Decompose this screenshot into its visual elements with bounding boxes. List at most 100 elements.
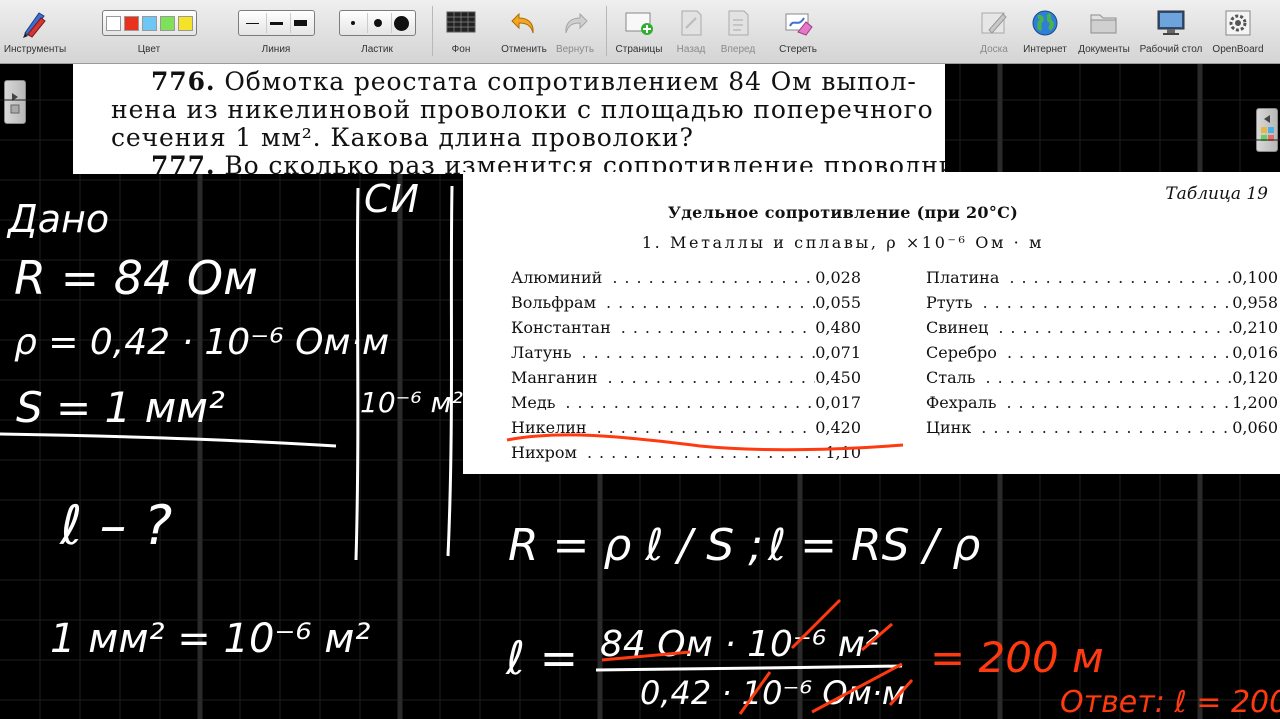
leader-dots: ........................................	[586, 443, 826, 462]
redo-button[interactable]: Вернуть	[552, 4, 598, 62]
resistivity-value: 0,120	[1232, 368, 1278, 387]
problem-777-line-1: 777. Во сколько раз изменится сопротивле…	[73, 151, 945, 175]
resistivity-table-image[interactable]: Таблица 19 Удельное сопротивление (при 2…	[463, 172, 1280, 474]
tools-label: Инструменты	[3, 44, 67, 55]
leader-dots: ........................................	[1006, 393, 1233, 412]
back-button[interactable]: Назад	[672, 4, 710, 62]
redo-label: Вернуть	[555, 44, 595, 55]
erase-board-icon	[785, 13, 813, 36]
resistivity-value: 0,210	[1232, 318, 1278, 337]
color-swatch-green[interactable]	[159, 15, 175, 31]
table-row: Платина.................................…	[926, 268, 1278, 292]
table-row: Вольфрам................................…	[511, 293, 861, 317]
pages-button[interactable]: Страницы	[612, 4, 666, 62]
color-swatch-blue[interactable]	[141, 15, 157, 31]
undo-button[interactable]: Отменить	[498, 4, 550, 62]
line-thick-button[interactable]	[289, 13, 311, 33]
color-swatch-white[interactable]	[105, 15, 121, 31]
leader-dots: ........................................	[607, 368, 816, 387]
undo-label: Отменить	[501, 44, 547, 55]
eraser-label: Ластик	[361, 44, 393, 55]
leader-dots: ........................................	[606, 293, 815, 312]
resistivity-value: 0,100	[1232, 268, 1278, 287]
forward-button[interactable]: Вперед	[716, 4, 760, 62]
leader-dots: ........................................	[1009, 268, 1233, 287]
table-row: Серебро.................................…	[926, 343, 1278, 367]
problem-776-line-3: сечения 1 мм². Какова длина проволоки?	[111, 123, 694, 152]
resistivity-value: 0,480	[815, 318, 861, 337]
documents-button[interactable]: Документы	[1074, 4, 1134, 62]
tools-button[interactable]: Инструменты	[2, 4, 68, 62]
openboard-button[interactable]: OpenBoard	[1208, 4, 1268, 62]
problem-776-number: 776.	[151, 67, 216, 96]
background-button[interactable]: Фон	[442, 4, 480, 62]
settings-gear-icon	[1225, 10, 1251, 36]
desktop-label: Рабочий стол	[1139, 44, 1203, 55]
leader-dots: ........................................	[620, 318, 815, 337]
forward-label: Вперед	[720, 44, 756, 55]
leader-dots: ........................................	[1006, 343, 1233, 362]
color-palette	[101, 10, 197, 36]
table-row: Нихром..................................…	[511, 443, 861, 467]
leader-dots: ........................................	[998, 318, 1233, 337]
toolbar-separator	[606, 6, 607, 56]
problem-777-text-1: Во сколько раз изменится сопротивление п…	[215, 151, 945, 175]
table-row: Медь....................................…	[511, 393, 861, 417]
eraser-large-button[interactable]	[390, 13, 412, 33]
resistivity-value: 1,200	[1232, 393, 1278, 412]
redo-arrow-icon	[565, 12, 588, 34]
metal-name: Вольфрам	[511, 293, 597, 312]
line-medium-button[interactable]	[265, 13, 287, 33]
table-subtitle: 1. Металлы и сплавы, ρ ×10⁻⁶ Ом · м	[641, 233, 1045, 252]
problem-776-line-1: 776. Обмотка реостата сопротивлением 84 …	[73, 68, 945, 96]
metal-name: Константан	[511, 318, 611, 337]
line-thin-button[interactable]	[242, 13, 263, 33]
background-grid-icon	[446, 11, 476, 33]
metal-name: Платина	[926, 268, 1000, 287]
desktop-button[interactable]: Рабочий стол	[1136, 4, 1206, 62]
resistivity-value: 0,017	[815, 393, 861, 412]
board-button[interactable]: Доска	[974, 4, 1014, 62]
background-label: Фон	[451, 44, 471, 55]
metal-name: Цинк	[926, 418, 972, 437]
internet-button[interactable]: Интернет	[1018, 4, 1072, 62]
page-forward-icon	[728, 10, 749, 36]
eraser-size-picker	[338, 10, 416, 36]
leader-dots: ........................................	[981, 418, 1232, 437]
toolbar-separator	[432, 6, 433, 56]
metal-name: Сталь	[926, 368, 976, 387]
erase-all-button[interactable]: Стереть	[772, 4, 824, 62]
resistivity-value: 0,450	[815, 368, 861, 387]
table-row: Манганин................................…	[511, 368, 861, 392]
metal-name: Медь	[511, 393, 556, 412]
eraser-small-button[interactable]	[343, 13, 364, 33]
resistivity-value: 0,071	[815, 343, 861, 362]
table-row: Латунь..................................…	[511, 343, 861, 367]
table-row: Ртуть...................................…	[926, 293, 1278, 317]
toolbar: Инструменты Цвет Линия Ластик Фон Отмени…	[0, 0, 1280, 64]
color-swatch-red[interactable]	[123, 15, 139, 31]
page-back-icon	[681, 10, 702, 36]
add-page-icon	[625, 12, 653, 35]
leader-dots: ........................................	[982, 293, 1233, 312]
resistivity-value: 0,055	[815, 293, 861, 312]
table-row: Цинк....................................…	[926, 418, 1278, 442]
color-swatch-yellow[interactable]	[177, 15, 193, 31]
metal-name: Свинец	[926, 318, 989, 337]
metal-name: Латунь	[511, 343, 572, 362]
openboard-label: OpenBoard	[1212, 44, 1264, 55]
table-row: Свинец..................................…	[926, 318, 1278, 342]
erase-label: Стереть	[779, 44, 817, 55]
monitor-icon	[1157, 10, 1185, 35]
metal-name: Серебро	[926, 343, 997, 362]
table-row: Сталь...................................…	[926, 368, 1278, 392]
back-label: Назад	[676, 44, 706, 55]
problem-776-text-1: Обмотка реостата сопротивлением 84 Ом вы…	[215, 67, 917, 96]
leader-dots: ........................................	[612, 268, 815, 287]
folder-icon	[1090, 14, 1117, 34]
leader-dots: ........................................	[596, 418, 816, 437]
eraser-medium-button[interactable]	[366, 13, 388, 33]
board-label: Доска	[980, 44, 1008, 55]
textbook-problem-image[interactable]: 776. Обмотка реостата сопротивлением 84 …	[73, 64, 945, 174]
eraser-group: Ластик	[334, 4, 420, 62]
